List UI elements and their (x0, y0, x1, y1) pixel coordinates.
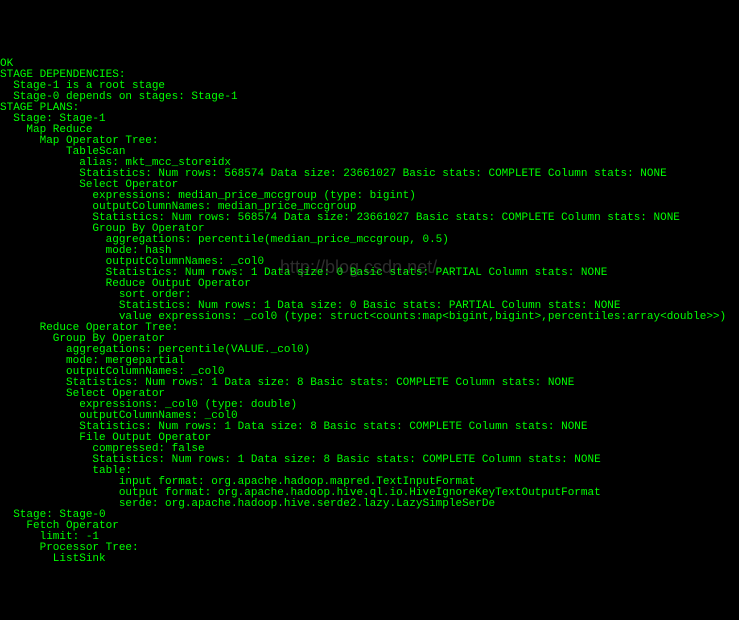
terminal-output: OKSTAGE DEPENDENCIES: Stage-1 is a root … (0, 59, 739, 565)
terminal-line: STAGE PLANS: (0, 103, 739, 114)
terminal-line: limit: -1 (0, 532, 739, 543)
terminal-line: Fetch Operator (0, 521, 739, 532)
terminal-line: Stage-0 depends on stages: Stage-1 (0, 92, 739, 103)
terminal-line: Processor Tree: (0, 543, 739, 554)
terminal-line: Stage: Stage-1 (0, 114, 739, 125)
terminal-line: ListSink (0, 554, 739, 565)
terminal-line: Stage: Stage-0 (0, 510, 739, 521)
terminal-line: serde: org.apache.hadoop.hive.serde2.laz… (0, 499, 739, 510)
